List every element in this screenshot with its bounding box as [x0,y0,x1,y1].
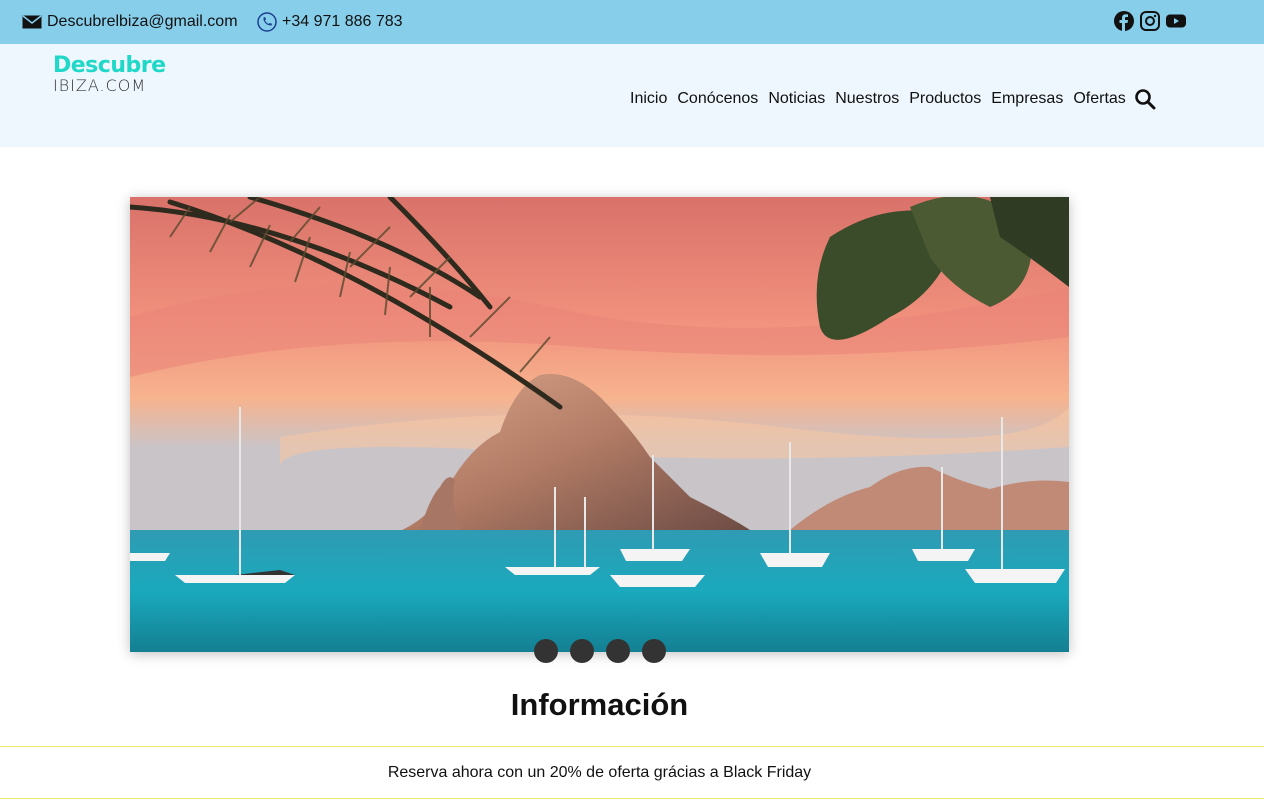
carousel-dot-1[interactable] [534,639,558,663]
main-nav: Inicio Conócenos Noticias Nuestros Produ… [630,88,1156,110]
site-header: Descubre IBIZA.COM Inicio Conócenos Noti… [0,44,1264,147]
logo-bottom-text: IBIZA.COM [53,76,147,95]
nav-conocenos[interactable]: Conócenos [677,90,758,108]
envelope-icon [22,15,42,29]
facebook-icon[interactable] [1113,10,1135,32]
youtube-icon[interactable] [1165,10,1187,32]
nav-noticias[interactable]: Noticias [768,90,825,108]
section-title: Información [510,687,689,722]
nav-nuestros[interactable]: Nuestros [835,90,899,108]
carousel-dot-3[interactable] [606,639,630,663]
site-logo[interactable]: Descubre IBIZA.COM [53,54,173,94]
phone-contact[interactable]: +34 971 886 783 [257,0,403,44]
promo-banner: Reserva ahora con un 20% de oferta gráci… [0,746,1264,799]
nav-inicio[interactable]: Inicio [630,90,667,108]
search-icon[interactable] [1134,88,1156,110]
nav-productos[interactable]: Productos [909,90,981,108]
carousel-dot-4[interactable] [642,639,666,663]
carousel-indicators [534,639,666,663]
carousel-dot-2[interactable] [570,639,594,663]
phone-text[interactable]: +34 971 886 783 [282,13,403,31]
hero-carousel-image[interactable] [130,197,1069,652]
ibiza-sunset-illustration [130,197,1069,652]
nav-ofertas[interactable]: Ofertas [1073,90,1125,108]
instagram-icon[interactable] [1139,10,1161,32]
email-contact[interactable]: Descubrelbiza@gmail.com [22,0,238,44]
social-links [1113,10,1187,32]
logo-top-text: Descubre [53,53,166,78]
nav-empresas[interactable]: Empresas [991,90,1063,108]
phone-icon [257,12,277,32]
promo-banner-text: Reserva ahora con un 20% de oferta gráci… [387,764,812,781]
email-text[interactable]: Descubrelbiza@gmail.com [47,13,238,31]
top-contact-bar: Descubrelbiza@gmail.com +34 971 886 783 [0,0,1264,44]
